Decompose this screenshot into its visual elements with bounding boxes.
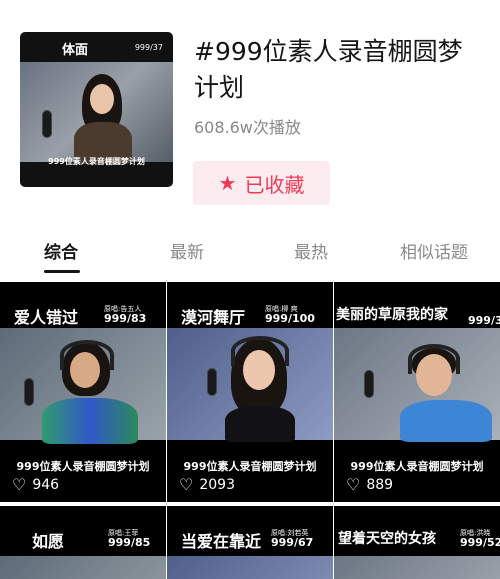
heart-icon: ♡ <box>12 475 27 494</box>
video-song-title: 漠河舞厅 <box>181 308 246 327</box>
cover-song-title: 体面 <box>62 43 89 58</box>
video-meta: 原唱:刘若英 999/67 <box>271 529 313 549</box>
video-card[interactable]: 爱人错过 原唱:告五人 999/83 999位素人录音棚圆梦计划 ♡ 946 <box>0 282 166 502</box>
video-song-title: 如愿 <box>32 532 65 551</box>
tab-similar-topics[interactable]: 相似话题 <box>400 238 468 263</box>
microphone-icon <box>42 110 52 138</box>
video-count: 999/83 <box>104 312 147 325</box>
video-card[interactable]: 如愿 原唱:王菲 999/85 <box>0 506 166 579</box>
video-song-title: 望着天空的女孩 <box>338 531 436 547</box>
singer-body <box>400 400 492 442</box>
video-grid: 爱人错过 原唱:告五人 999/83 999位素人录音棚圆梦计划 ♡ 946 漠河舞… <box>0 282 500 579</box>
video-card[interactable]: 当爱在靠近 原唱:刘若英 999/67 <box>167 506 333 579</box>
video-caption: 999位素人录音棚圆梦计划 <box>350 460 484 473</box>
heart-icon: ♡ <box>346 475 361 494</box>
tab-hottest[interactable]: 最热 <box>294 238 328 263</box>
video-thumbnail <box>167 328 333 442</box>
play-count: 608.6w次播放 <box>194 118 301 137</box>
video-thumbnail <box>0 328 166 444</box>
singer-face <box>416 354 452 396</box>
video-meta: 原唱:洪晓 999/52 <box>460 529 500 549</box>
video-count: 999/100 <box>265 312 315 325</box>
star-icon: ★ <box>218 171 237 195</box>
video-count: 999/67 <box>271 536 314 549</box>
singer-face <box>70 352 100 388</box>
video-count: 999/85 <box>108 536 151 549</box>
singer-body <box>42 398 138 444</box>
video-thumbnail <box>334 556 500 579</box>
topic-cover-image[interactable]: 体面 999/37 999位素人录音棚圆梦计划 <box>20 32 173 187</box>
singer-face <box>243 350 275 390</box>
video-meta: 999/33 <box>468 314 500 327</box>
video-thumbnail <box>334 328 500 442</box>
microphone-icon <box>364 370 374 398</box>
like-count-value: 946 <box>32 477 60 493</box>
tab-comprehensive[interactable]: 综合 <box>44 238 78 263</box>
active-tab-indicator <box>44 270 80 273</box>
cover-count: 999/37 <box>134 43 163 52</box>
video-caption: 999位素人录音棚圆梦计划 <box>183 460 317 473</box>
video-song-title: 当爱在靠近 <box>181 532 262 551</box>
like-count: ♡ 889 <box>346 475 394 494</box>
video-meta: 原唱:柳 爽 999/100 <box>265 305 315 325</box>
video-song-title: 爱人错过 <box>14 308 79 327</box>
video-count: 999/52 <box>460 536 500 549</box>
like-count: ♡ 946 <box>12 475 60 494</box>
video-count: 999/33 <box>468 314 500 327</box>
like-count-value: 2093 <box>199 477 235 493</box>
video-card[interactable]: 美丽的草原我的家 999/33 999位素人录音棚圆梦计划 ♡ 889 <box>334 282 500 502</box>
video-caption: 999位素人录音棚圆梦计划 <box>16 460 150 473</box>
video-card[interactable]: 望着天空的女孩 原唱:洪晓 999/52 <box>334 506 500 579</box>
like-count-value: 889 <box>366 477 394 493</box>
tab-latest[interactable]: 最新 <box>170 238 204 263</box>
singer-face <box>90 84 114 114</box>
singer-body <box>225 406 295 442</box>
favorite-button[interactable]: ★ 已收藏 <box>193 161 330 205</box>
like-count: ♡ 2093 <box>179 475 235 494</box>
video-meta: 原唱:王菲 999/85 <box>108 529 150 549</box>
video-card[interactable]: 漠河舞厅 原唱:柳 爽 999/100 999位素人录音棚圆梦计划 ♡ 2093 <box>167 282 333 502</box>
cover-caption: 999位素人录音棚圆梦计划 <box>48 157 145 166</box>
video-meta: 原唱:告五人 999/83 <box>104 305 146 325</box>
video-song-title: 美丽的草原我的家 <box>336 307 448 323</box>
microphone-icon <box>24 378 34 406</box>
cover-photo <box>20 62 173 164</box>
microphone-icon <box>207 368 217 396</box>
video-thumbnail <box>167 556 333 579</box>
favorite-label: 已收藏 <box>244 172 305 197</box>
topic-title: #999位素人录音棚圆梦计划 <box>194 37 463 102</box>
video-thumbnail <box>0 556 166 579</box>
topic-tabs: 综合 最新 最热 相似话题 <box>0 238 500 276</box>
heart-icon: ♡ <box>179 475 194 494</box>
